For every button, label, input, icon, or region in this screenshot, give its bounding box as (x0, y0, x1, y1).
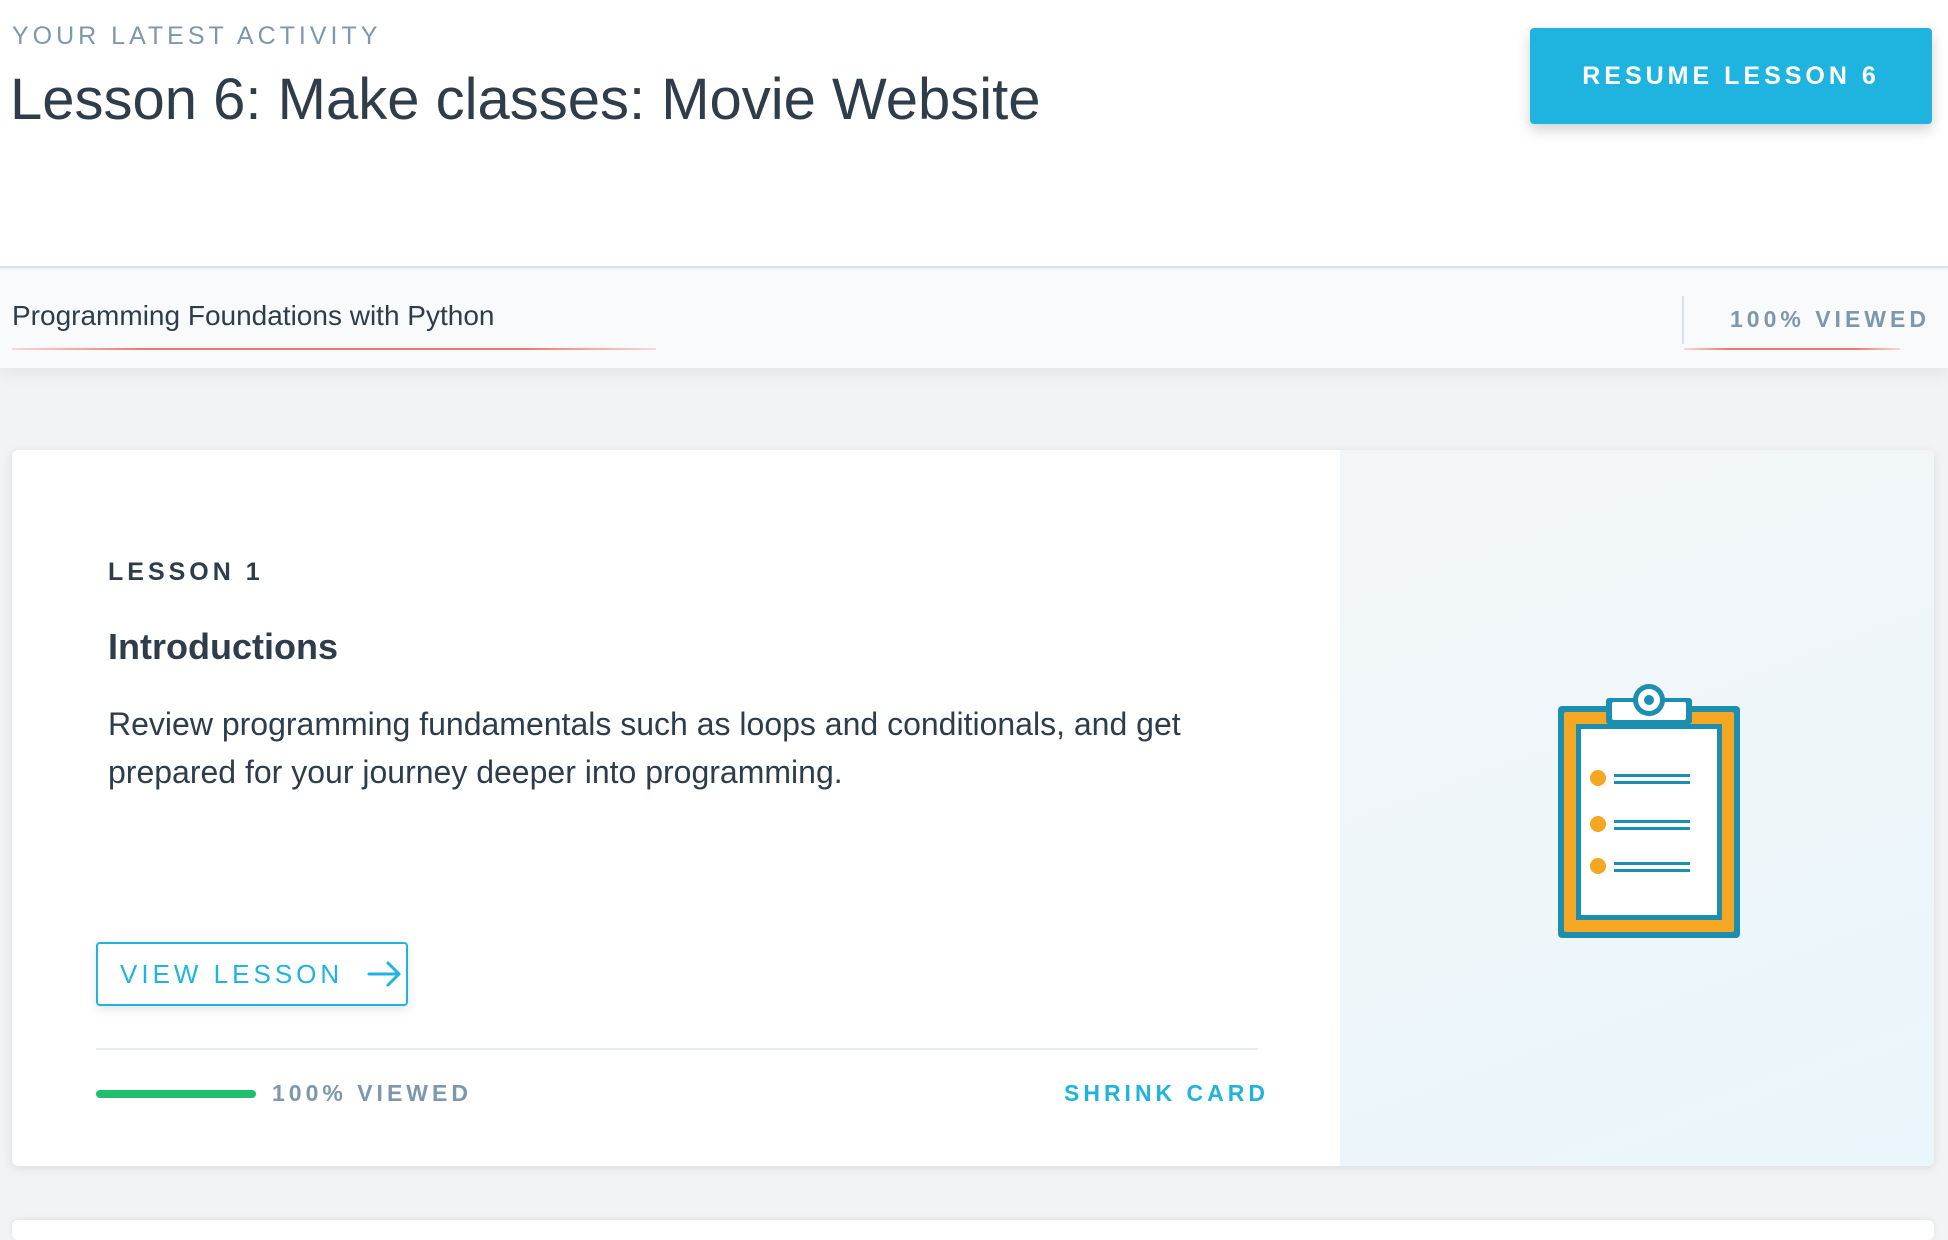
lesson-illustration-panel (1340, 450, 1934, 1166)
latest-lesson-title: Lesson 6: Make classes: Movie Website (10, 67, 1041, 132)
view-lesson-label: VIEW LESSON (120, 958, 344, 989)
lesson-progress-fill (96, 1090, 256, 1098)
course-progress-label: 100% VIEWED (1730, 306, 1930, 332)
next-lesson-card (12, 1220, 1934, 1240)
lesson-card: LESSON 1 Introductions Review programmin… (12, 450, 1934, 1166)
view-lesson-button[interactable]: VIEW LESSON (96, 942, 408, 1006)
course-progress-underline (1684, 348, 1900, 350)
course-bar: Programming Foundations with Python 100%… (0, 270, 1948, 368)
shrink-card-link[interactable]: SHRINK CARD (1064, 1080, 1269, 1107)
course-bar-divider (1682, 296, 1684, 344)
lesson-progress-bar (96, 1090, 256, 1098)
latest-activity-header: YOUR LATEST ACTIVITY Lesson 6: Make clas… (0, 0, 1948, 268)
arrow-right-icon (367, 960, 403, 988)
clipboard-checklist-icon (1558, 684, 1740, 938)
course-name[interactable]: Programming Foundations with Python (12, 300, 494, 332)
lesson-description: Review programming fundamentals such as … (108, 706, 1181, 790)
card-divider (96, 1048, 1258, 1050)
latest-activity-eyebrow: YOUR LATEST ACTIVITY (12, 22, 382, 50)
lesson-number-label: LESSON 1 (108, 558, 264, 586)
resume-lesson-button[interactable]: RESUME LESSON 6 (1530, 28, 1932, 124)
lesson-progress-label: 100% VIEWED (272, 1080, 472, 1106)
course-name-underline (12, 348, 656, 350)
lesson-name: Introductions (108, 626, 338, 667)
